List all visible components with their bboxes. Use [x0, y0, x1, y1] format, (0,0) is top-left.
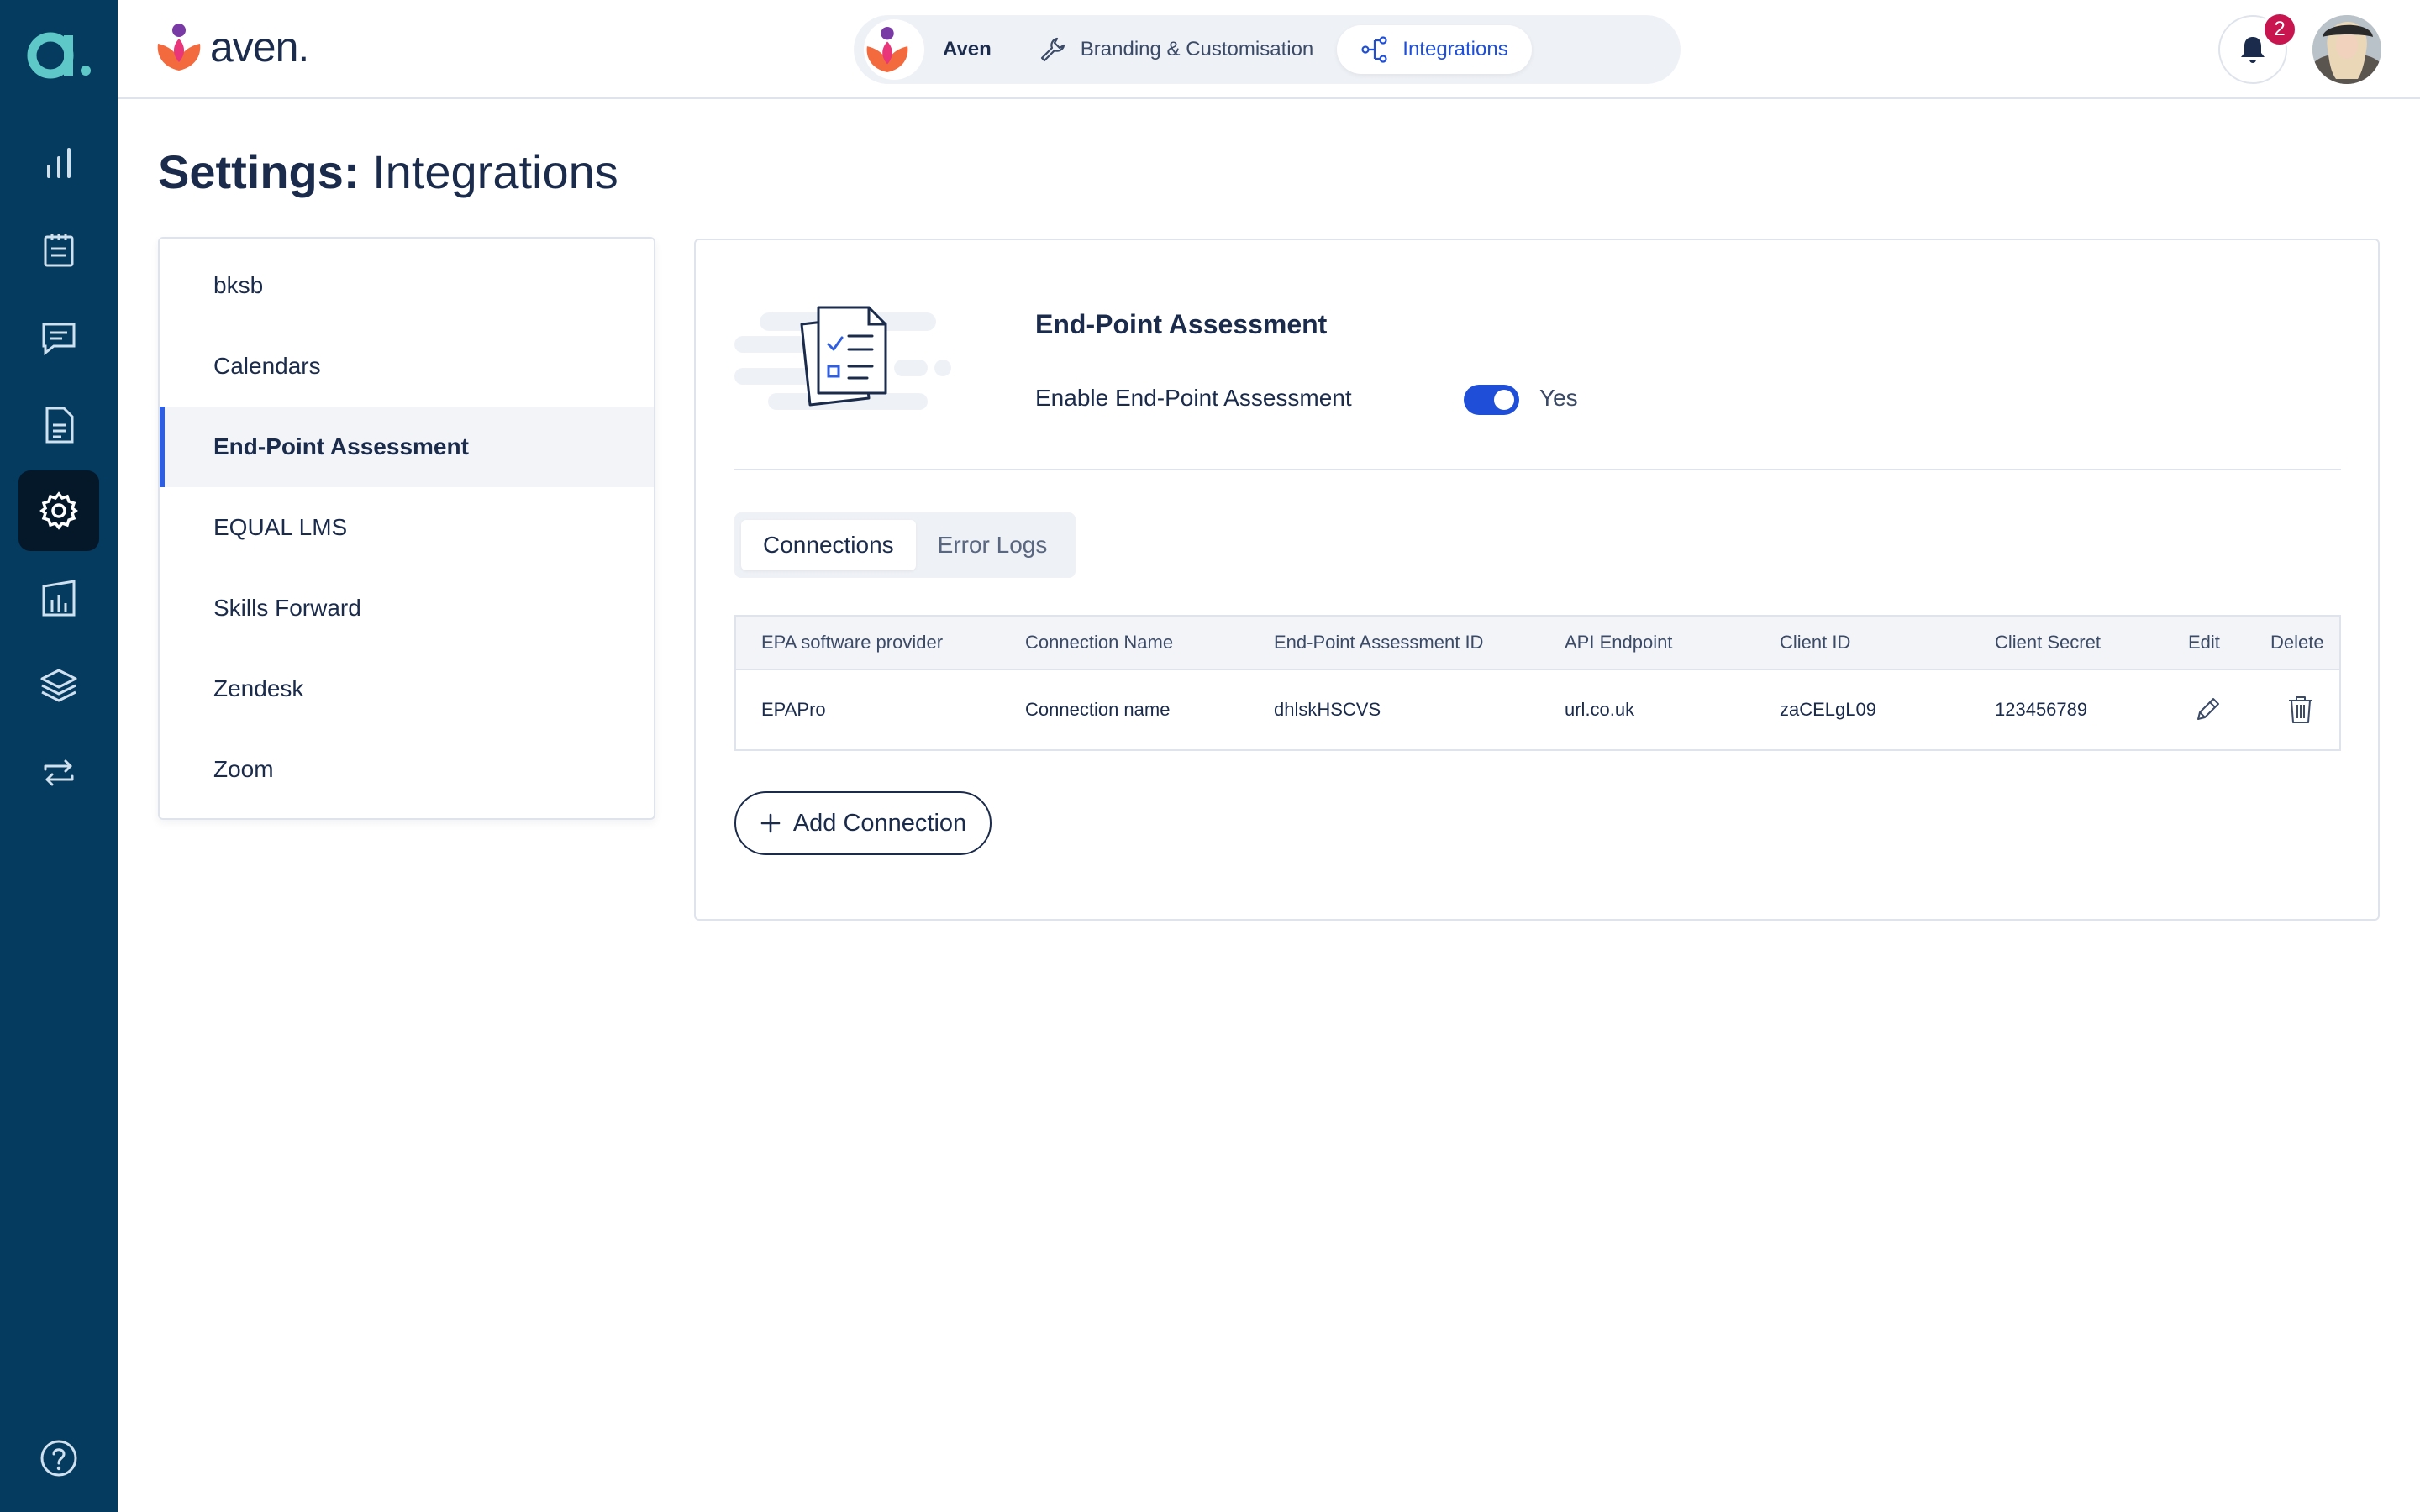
org-name: Aven	[943, 38, 992, 60]
layers-icon	[40, 669, 77, 702]
cell-client-id: zaCELgL09	[1780, 699, 1876, 720]
cell-epa-id: dhlskHSCVS	[1274, 699, 1381, 720]
top-tabs: Aven Branding & Customisation Integratio…	[854, 15, 1681, 84]
menu-item-calendars[interactable]: Calendars	[160, 326, 654, 407]
sidebar	[0, 0, 118, 1512]
page-title-section: Integrations	[359, 145, 618, 198]
tab-organisation[interactable]: Aven	[864, 19, 1015, 80]
plus-icon	[760, 813, 781, 833]
header-client-secret[interactable]: Client Secret	[1995, 617, 2101, 669]
tab-branding-label: Branding & Customisation	[1080, 38, 1314, 60]
epa-tabs: Connections Error Logs	[734, 512, 1076, 578]
tab-branding[interactable]: Branding & Customisation	[1015, 25, 1337, 74]
chat-icon	[42, 323, 76, 356]
cell-epa-provider: EPAPro	[761, 699, 826, 720]
header-api-endpoint[interactable]: API Endpoint	[1565, 617, 1672, 669]
brand-logo[interactable]: aven.	[155, 22, 309, 72]
header-client-id[interactable]: Client ID	[1780, 617, 1850, 669]
menu-item-end-point-assessment[interactable]: End-Point Assessment	[160, 407, 654, 487]
lotus-logo-icon	[866, 26, 908, 73]
page-title-strong: Settings:	[158, 145, 360, 198]
header-connection-name[interactable]: Connection Name	[1025, 617, 1173, 669]
dashboard-nav[interactable]	[18, 123, 99, 203]
tab-integrations-label: Integrations	[1402, 38, 1508, 60]
integration-icon	[1361, 36, 1387, 63]
help-nav[interactable]	[18, 1418, 99, 1499]
toggle-knob	[1494, 390, 1514, 410]
sync-icon	[44, 759, 74, 786]
delete-button[interactable]	[2287, 670, 2314, 749]
trash-icon	[2289, 696, 2312, 723]
user-avatar[interactable]	[2312, 15, 2381, 84]
menu-item-equal-lms[interactable]: EQUAL LMS	[160, 487, 654, 568]
tasks-nav[interactable]	[18, 210, 99, 291]
reports-nav[interactable]	[18, 558, 99, 638]
app-logo[interactable]	[25, 24, 92, 82]
edit-button[interactable]	[2193, 670, 2222, 749]
documents-nav[interactable]	[18, 385, 99, 465]
epa-card: End-Point Assessment Enable End-Point As…	[694, 239, 2380, 921]
courses-nav[interactable]	[18, 645, 99, 726]
header-edit: Edit	[2188, 632, 2220, 653]
user-photo	[2312, 15, 2381, 84]
cell-api-endpoint: url.co.uk	[1565, 699, 1635, 720]
integrations-menu: bksb Calendars End-Point Assessment EQUA…	[158, 237, 655, 820]
epa-title: End-Point Assessment	[1035, 309, 1328, 339]
divider	[734, 469, 2341, 470]
header-epa-id[interactable]: End-Point Assessment ID	[1274, 617, 1483, 669]
bar-chart-icon	[47, 148, 71, 178]
header-delete: Delete	[2270, 632, 2324, 653]
tab-error-logs[interactable]: Error Logs	[916, 520, 1070, 570]
gear-icon	[39, 491, 78, 530]
report-chart-icon	[42, 580, 76, 617]
enable-epa-toggle[interactable]	[1464, 385, 1519, 415]
notification-badge: 2	[2262, 12, 2297, 47]
table-header: EPA software provider Connection Name En…	[736, 617, 2339, 670]
tab-connections[interactable]: Connections	[741, 520, 916, 570]
connections-table: EPA software provider Connection Name En…	[734, 615, 2341, 751]
lotus-logo-icon	[157, 24, 201, 71]
menu-item-bksb[interactable]: bksb	[160, 245, 654, 326]
messages-nav[interactable]	[18, 297, 99, 378]
add-connection-label: Add Connection	[792, 809, 967, 837]
clipboard-icon	[44, 234, 74, 267]
toggle-state-text: Yes	[1539, 385, 1578, 411]
top-bar: aven. Aven Branding & Customisation Inte…	[118, 0, 2420, 99]
add-connection-button[interactable]: Add Connection	[734, 791, 992, 855]
bell-icon	[2241, 37, 2265, 63]
help-icon	[40, 1440, 77, 1477]
wrench-icon	[1040, 37, 1065, 62]
menu-item-zendesk[interactable]: Zendesk	[160, 648, 654, 729]
settings-nav[interactable]	[18, 470, 99, 551]
tab-integrations[interactable]: Integrations	[1337, 25, 1532, 74]
checklist-document-icon	[734, 306, 951, 410]
page-title: Settings: Integrations	[158, 144, 618, 199]
brand-name: aven.	[210, 24, 309, 71]
header-epa-provider[interactable]: EPA software provider	[761, 617, 943, 669]
table-row: EPAPro Connection name dhlskHSCVS url.co…	[736, 670, 2339, 749]
cell-client-secret: 123456789	[1995, 699, 2088, 720]
pencil-icon	[2197, 698, 2219, 720]
org-avatar	[864, 19, 924, 80]
menu-item-skills-forward[interactable]: Skills Forward	[160, 568, 654, 648]
menu-item-zoom[interactable]: Zoom	[160, 729, 654, 810]
document-icon	[45, 407, 74, 444]
enable-epa-label: Enable End-Point Assessment	[1035, 385, 1352, 411]
cell-connection-name: Connection name	[1025, 699, 1171, 720]
sync-nav[interactable]	[18, 732, 99, 813]
